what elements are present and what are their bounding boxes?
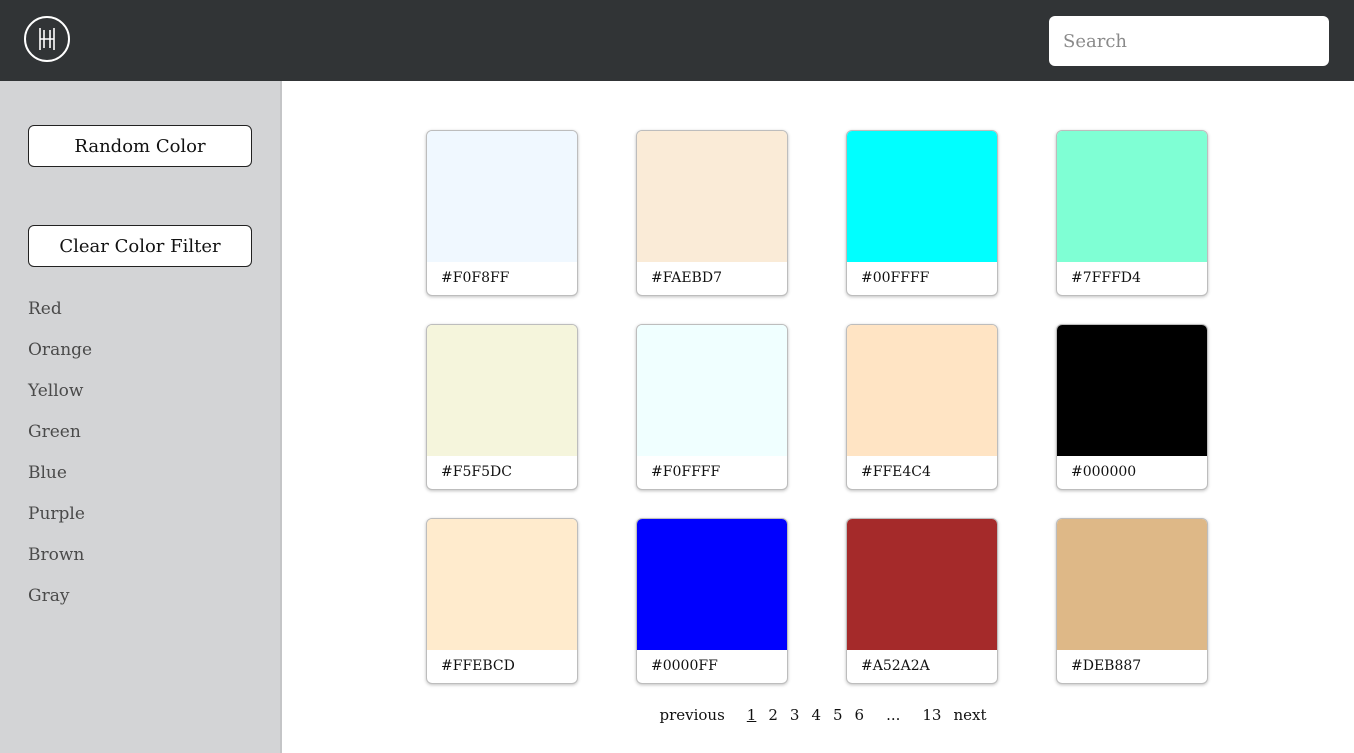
pagination: previous 1 2 3 4 5 6 ... 13 next: [0, 706, 1354, 724]
color-card[interactable]: #DEB887: [1056, 518, 1208, 684]
hex-label: #000000: [1071, 464, 1137, 480]
hex-label: #00FFFF: [861, 270, 930, 286]
page-link[interactable]: 4: [811, 706, 821, 724]
previous-link[interactable]: previous: [659, 706, 724, 724]
color-card[interactable]: #00FFFF: [846, 130, 998, 296]
color-swatch: [847, 325, 997, 456]
page-link[interactable]: 1: [747, 706, 757, 724]
filter-item[interactable]: Brown: [28, 543, 92, 584]
color-swatch: [427, 519, 577, 650]
filter-item[interactable]: Blue: [28, 461, 92, 502]
hex-label: #FFE4C4: [861, 464, 931, 480]
hex-label: #FAEBD7: [651, 270, 722, 286]
filter-item[interactable]: Yellow: [28, 379, 92, 420]
ellipsis: ...: [886, 706, 901, 724]
swatch-grid: #F0F8FF #FAEBD7 #00FFFF #7FFFD4 #F5F5DC …: [426, 130, 1208, 684]
filter-item[interactable]: Orange: [28, 338, 92, 379]
color-swatch: [637, 519, 787, 650]
search-input[interactable]: [1049, 16, 1329, 66]
hex-label: #FFEBCD: [441, 658, 515, 674]
color-card[interactable]: #0000FF: [636, 518, 788, 684]
filter-item[interactable]: Green: [28, 420, 92, 461]
page-link[interactable]: 13: [922, 706, 941, 724]
color-card[interactable]: #FFE4C4: [846, 324, 998, 490]
color-card[interactable]: #F0F8FF: [426, 130, 578, 296]
color-card[interactable]: #FFEBCD: [426, 518, 578, 684]
color-filter-list: Red Orange Yellow Green Blue Purple Brow…: [28, 297, 92, 625]
color-swatch: [427, 131, 577, 262]
next-link[interactable]: next: [953, 706, 986, 724]
color-swatch: [1057, 131, 1207, 262]
color-card[interactable]: #F5F5DC: [426, 324, 578, 490]
hex-label: #A52A2A: [861, 658, 930, 674]
color-card[interactable]: #7FFFD4: [1056, 130, 1208, 296]
hex-label: #F0F8FF: [441, 270, 510, 286]
hex-label: #F5F5DC: [441, 464, 512, 480]
page-link[interactable]: 6: [855, 706, 865, 724]
color-swatch: [847, 519, 997, 650]
color-card[interactable]: #FAEBD7: [636, 130, 788, 296]
filter-item[interactable]: Gray: [28, 584, 92, 625]
color-swatch: [427, 325, 577, 456]
clear-color-filter-button[interactable]: Clear Color Filter: [28, 225, 252, 267]
color-swatch: [1057, 325, 1207, 456]
filter-item[interactable]: Red: [28, 297, 92, 338]
hex-label: #DEB887: [1071, 658, 1142, 674]
logo-icon[interactable]: [24, 16, 70, 62]
page-link[interactable]: 5: [833, 706, 843, 724]
page-link[interactable]: 2: [768, 706, 778, 724]
sidebar: Random Color Clear Color Filter Red Oran…: [0, 81, 282, 753]
hex-label: #F0FFFF: [651, 464, 721, 480]
top-bar: [0, 0, 1354, 81]
color-swatch: [637, 325, 787, 456]
page-link[interactable]: 3: [790, 706, 800, 724]
color-card[interactable]: #F0FFFF: [636, 324, 788, 490]
hex-label: #7FFFD4: [1071, 270, 1141, 286]
color-swatch: [637, 131, 787, 262]
color-swatch: [1057, 519, 1207, 650]
hex-label: #0000FF: [651, 658, 718, 674]
random-color-button[interactable]: Random Color: [28, 125, 252, 167]
color-card[interactable]: #000000: [1056, 324, 1208, 490]
filter-item[interactable]: Purple: [28, 502, 92, 543]
color-swatch: [847, 131, 997, 262]
color-card[interactable]: #A52A2A: [846, 518, 998, 684]
